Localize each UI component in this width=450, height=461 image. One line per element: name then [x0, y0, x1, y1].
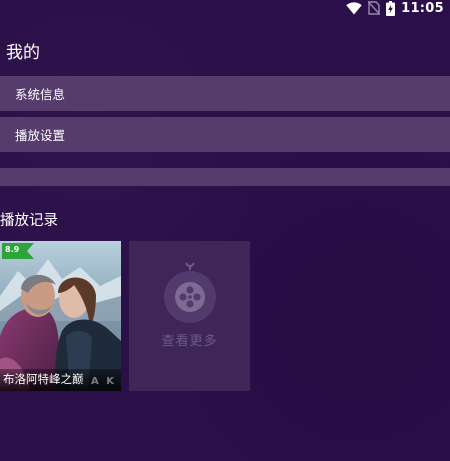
- clock-time: 11:05: [401, 0, 444, 16]
- empty-menu-item[interactable]: [0, 168, 450, 186]
- menu-item-label: 播放设置: [15, 128, 66, 143]
- no-sim-icon: [368, 1, 381, 15]
- menu-item-label: 系统信息: [15, 87, 66, 102]
- status-bar: 11:05: [0, 0, 450, 16]
- view-more-button[interactable]: 查看更多: [129, 241, 250, 391]
- background: [0, 0, 450, 461]
- menu-item-playback-settings[interactable]: 播放设置: [0, 117, 450, 152]
- poster-watermark: A K: [91, 376, 116, 387]
- view-more-label: 查看更多: [161, 334, 218, 349]
- menu-item-system-info[interactable]: 系统信息: [0, 76, 450, 111]
- status-icons: 11:05: [346, 0, 444, 16]
- history-item-title: 布洛阿特峰之巅: [3, 372, 84, 386]
- film-reel-icon: [164, 262, 216, 323]
- page-title: 我的: [6, 43, 40, 63]
- battery-charging-icon: [386, 0, 396, 16]
- wifi-icon: [346, 1, 362, 14]
- history-section-title: 播放记录: [0, 213, 58, 229]
- history-item-card[interactable]: 8.9 布洛阿特峰之巅 A K: [0, 241, 121, 391]
- rating-badge: 8.9: [5, 245, 20, 254]
